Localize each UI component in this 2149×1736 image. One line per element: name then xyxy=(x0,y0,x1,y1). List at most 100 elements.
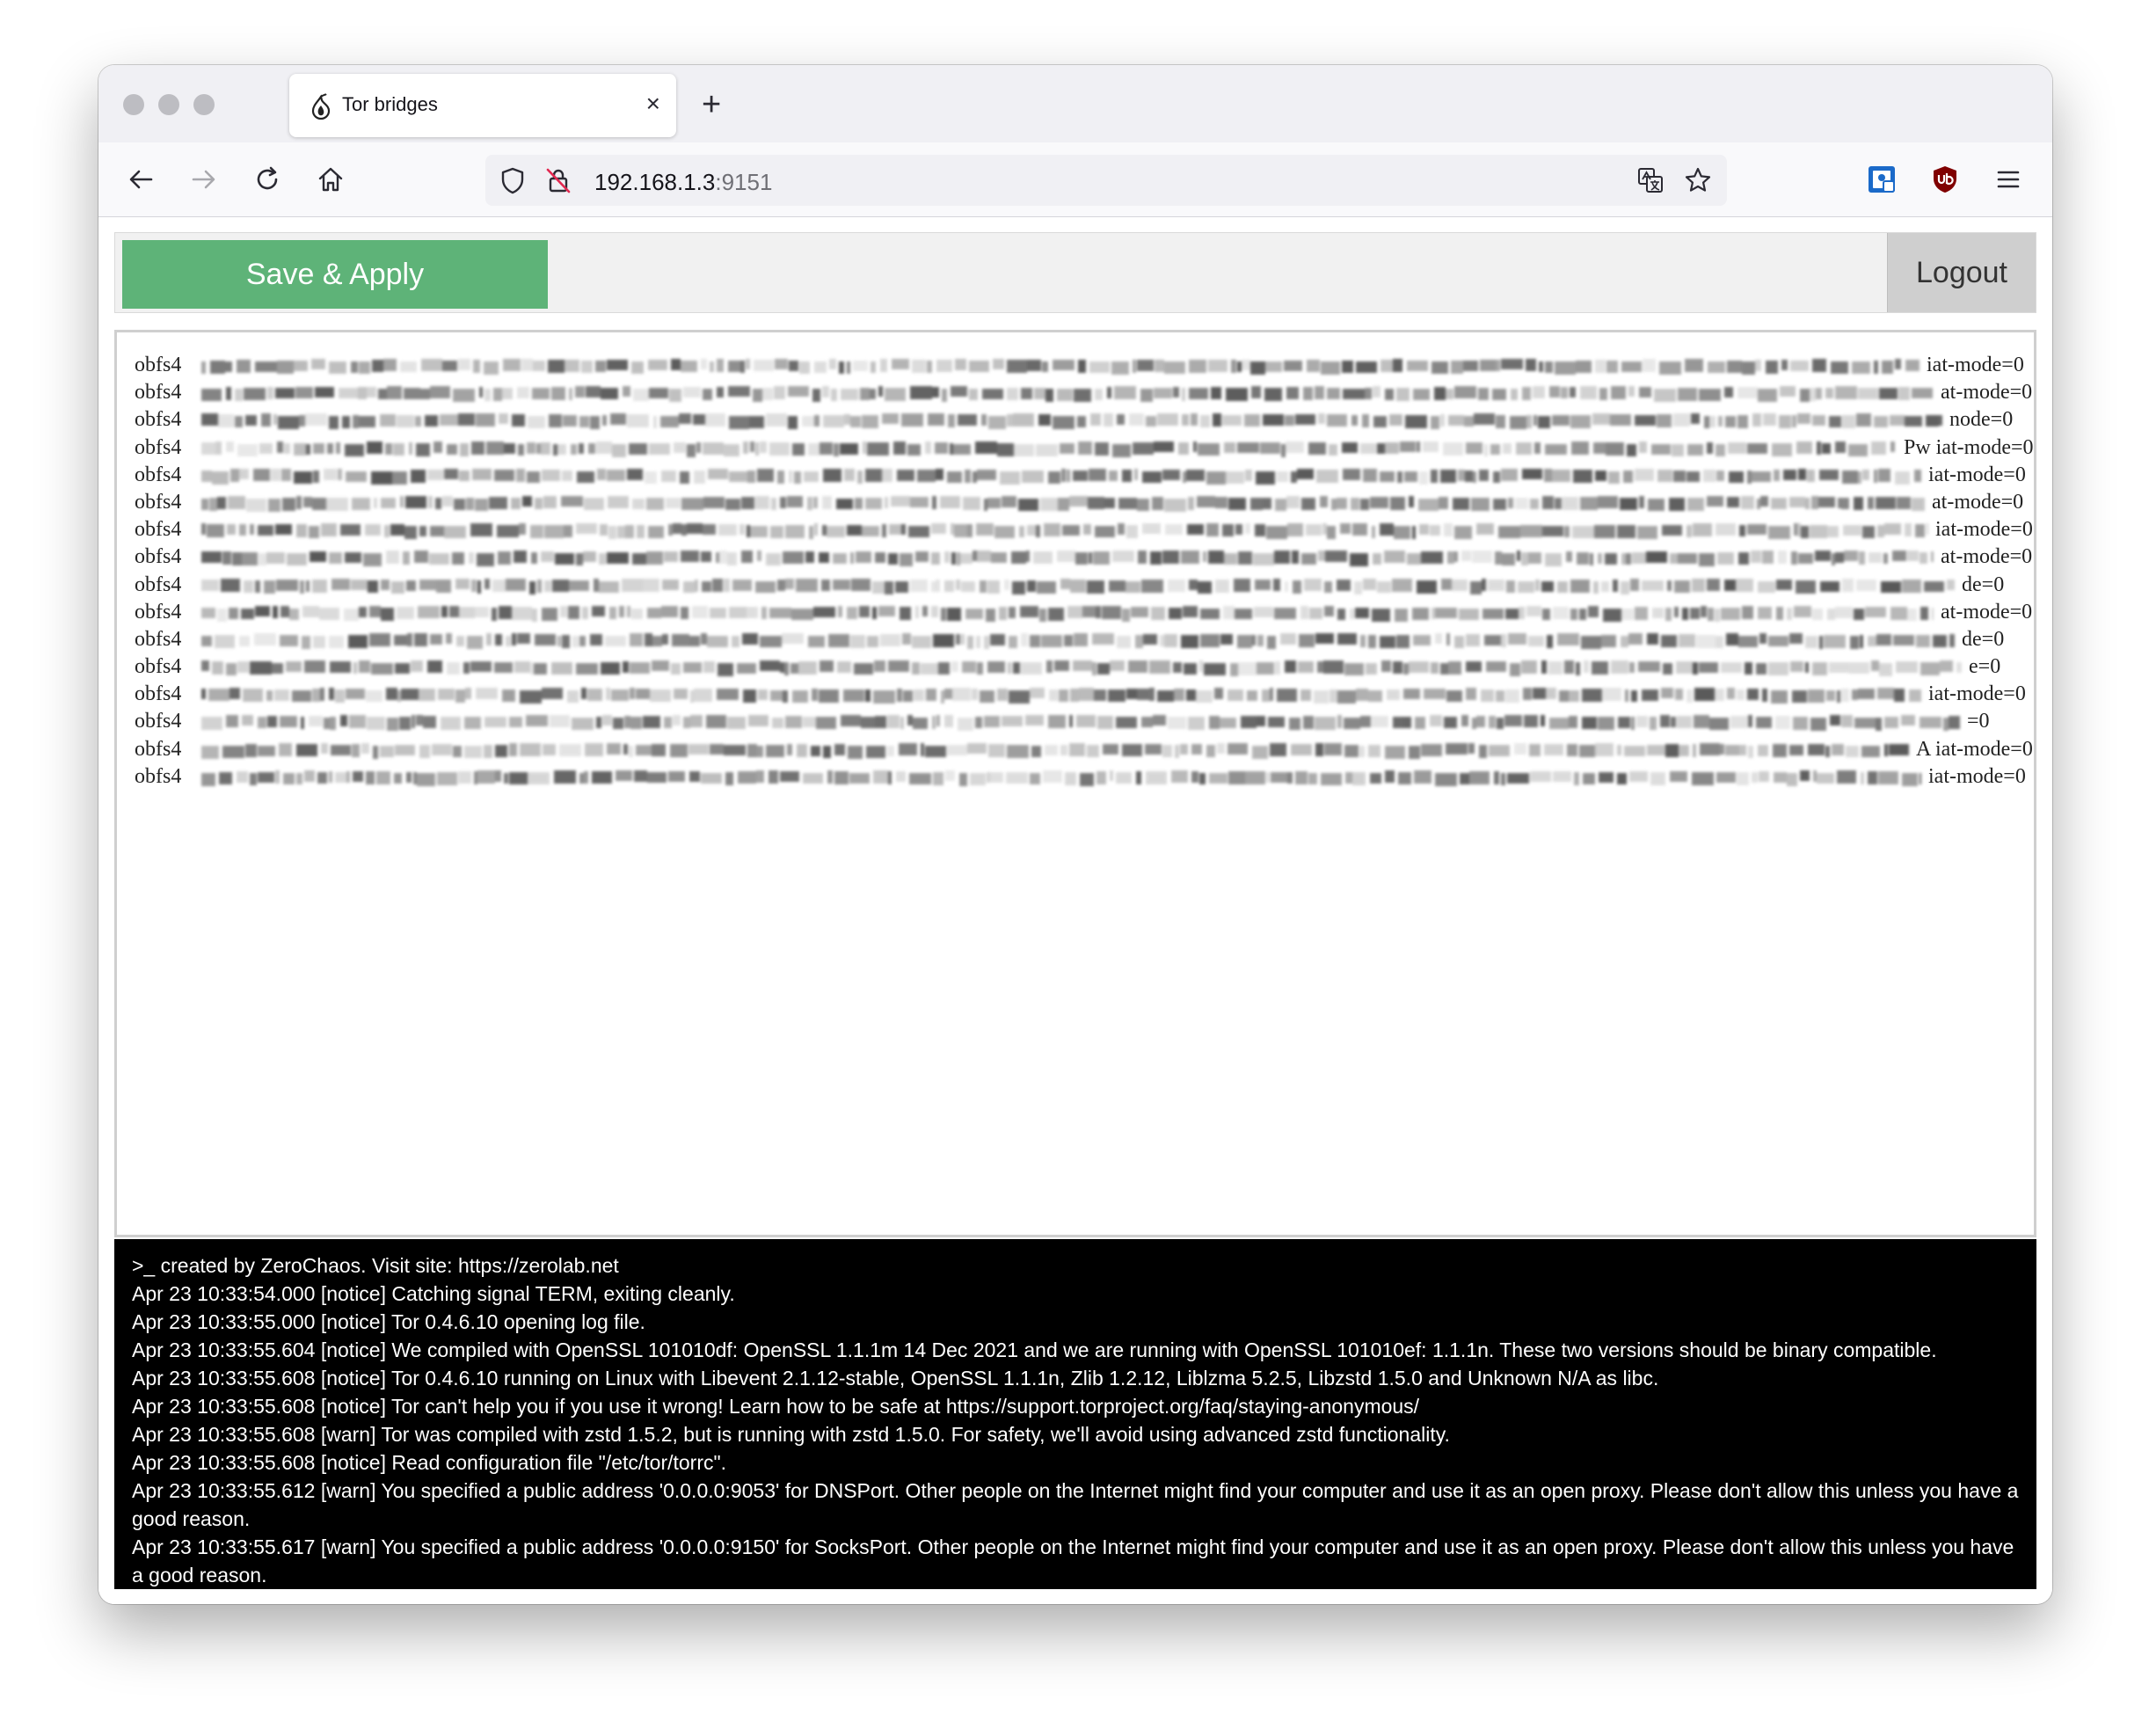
save-apply-button[interactable]: Save & Apply xyxy=(122,240,548,309)
redacted-bridge-address xyxy=(201,359,1920,375)
bridge-iat-mode: =0 xyxy=(1967,710,1990,733)
bridge-protocol: obfs4 xyxy=(135,545,182,569)
redacted-bridge-address xyxy=(201,632,1955,649)
bridge-iat-mode: iat-mode=0 xyxy=(1928,764,2026,788)
action-bar: Save & Apply Logout xyxy=(114,232,2036,313)
bridge-line: obfs4 de=0 xyxy=(135,572,2016,599)
url-host: 192.168.1.3 xyxy=(594,169,716,195)
bridge-protocol: obfs4 xyxy=(135,682,182,706)
bridge-iat-mode: node=0 xyxy=(1949,408,2014,432)
tab-title: Tor bridges xyxy=(342,93,438,115)
redacted-bridge-address xyxy=(201,742,1909,759)
bridge-iat-mode: at-mode=0 xyxy=(1941,600,2033,624)
back-arrow-icon[interactable] xyxy=(125,164,157,195)
url-text[interactable]: 192.168.1.3:9151 xyxy=(594,169,772,196)
bridge-protocol: obfs4 xyxy=(135,354,182,376)
bridges-textarea[interactable]: obfs4 iat-mode=0 obfs4 at-mode=0 obfs4 node=0… xyxy=(114,330,2036,1237)
translate-icon[interactable] xyxy=(1635,165,1665,195)
bridge-iat-mode: Pw iat-mode=0 xyxy=(1904,435,2034,459)
log-line: >_ created by ZeroChaos. Visit site: htt… xyxy=(132,1254,619,1277)
page-content: Save & Apply Logout obfs4 iat-mode=0 obfs4… xyxy=(98,217,2052,1604)
url-bar[interactable]: 192.168.1.3:9151 xyxy=(485,155,1727,206)
bridge-protocol: obfs4 xyxy=(135,600,182,624)
bridge-line: obfs4 at-mode=0 xyxy=(135,599,2032,626)
bridge-line: obfs4 iat-mode=0 xyxy=(135,352,2024,379)
onion-icon xyxy=(311,93,331,120)
bridge-iat-mode: iat-mode=0 xyxy=(1928,463,2026,486)
log-line: Apr 23 10:33:55.608 [notice] Read config… xyxy=(132,1451,727,1474)
bridge-line: obfs4 at-mode=0 xyxy=(135,379,2032,406)
bridge-line: obfs4 A iat-mode=0 xyxy=(135,736,2033,763)
log-line: Apr 23 10:33:55.612 [warn] You specified… xyxy=(132,1479,2019,1530)
shield-icon[interactable] xyxy=(498,165,528,195)
bridge-protocol: obfs4 xyxy=(135,490,182,514)
close-tab-icon[interactable]: × xyxy=(646,91,660,116)
redacted-bridge-address xyxy=(201,413,1942,430)
bridge-line: obfs4 iat-mode=0 xyxy=(135,681,2026,708)
log-line: Apr 23 10:33:55.604 [notice] We compiled… xyxy=(132,1338,1937,1361)
tor-log-console: >_ created by ZeroChaos. Visit site: htt… xyxy=(114,1239,2036,1589)
bridge-protocol: obfs4 xyxy=(135,518,182,542)
bridge-line: obfs4 =0 xyxy=(135,708,2016,735)
ublock-origin-icon[interactable] xyxy=(1929,164,1961,195)
bridge-protocol: obfs4 xyxy=(135,408,182,432)
tab-tor-bridges[interactable]: Tor bridges × xyxy=(289,74,676,137)
url-port: :9151 xyxy=(715,169,773,195)
bridge-protocol: obfs4 xyxy=(135,710,182,733)
bridge-iat-mode: de=0 xyxy=(1962,627,2005,651)
hamburger-menu-icon[interactable] xyxy=(1992,164,2024,195)
log-line: Apr 23 10:33:55.608 [notice] Tor can't h… xyxy=(132,1395,1420,1418)
extension-icon[interactable] xyxy=(1866,164,1898,195)
bridge-list: obfs4 iat-mode=0 obfs4 at-mode=0 obfs4 node=0… xyxy=(135,352,2034,791)
bridge-line: obfs4 e=0 xyxy=(135,653,2016,681)
bridge-protocol: obfs4 xyxy=(135,381,182,405)
console-lines: >_ created by ZeroChaos. Visit site: htt… xyxy=(132,1251,2022,1589)
log-line: Apr 23 10:33:55.608 [warn] Tor was compi… xyxy=(132,1423,1450,1446)
tab-strip: Tor bridges × + xyxy=(98,65,2052,142)
navigation-bar: 192.168.1.3:9151 xyxy=(98,142,2052,217)
log-line: Apr 23 10:33:55.608 [notice] Tor 0.4.6.1… xyxy=(132,1367,1659,1390)
redacted-bridge-address xyxy=(201,688,1921,704)
redacted-bridge-address xyxy=(201,523,1928,540)
reload-icon[interactable] xyxy=(251,164,283,195)
redacted-bridge-address xyxy=(201,551,1934,567)
log-line: Apr 23 10:33:55.000 [notice] Tor 0.4.6.1… xyxy=(132,1310,645,1333)
forward-arrow-icon[interactable] xyxy=(188,164,220,195)
zoom-window-button[interactable] xyxy=(193,94,215,115)
redacted-bridge-address xyxy=(201,660,1962,677)
close-window-button[interactable] xyxy=(123,94,144,115)
bridge-line: obfs4 iat-mode=0 xyxy=(135,763,2026,791)
browser-window: Tor bridges × + 192.168.1.3:9151 Save & … xyxy=(98,65,2052,1604)
new-tab-button[interactable]: + xyxy=(702,88,721,121)
bridge-protocol: obfs4 xyxy=(135,463,182,486)
redacted-bridge-address xyxy=(201,495,1925,512)
bookmark-star-icon[interactable] xyxy=(1683,165,1713,195)
log-line: Apr 23 10:33:55.617 [warn] You specified… xyxy=(132,1535,2014,1586)
bridge-protocol: obfs4 xyxy=(135,655,182,679)
log-line: Apr 23 10:33:54.000 [notice] Catching si… xyxy=(132,1282,735,1305)
redacted-bridge-address xyxy=(201,468,1921,485)
bridge-line: obfs4 Pw iat-mode=0 xyxy=(135,434,2034,462)
bridge-protocol: obfs4 xyxy=(135,737,182,761)
bridge-protocol: obfs4 xyxy=(135,435,182,459)
bridge-iat-mode: de=0 xyxy=(1962,573,2005,596)
bridge-protocol: obfs4 xyxy=(135,764,182,788)
redacted-bridge-address xyxy=(201,715,1960,732)
redacted-bridge-address xyxy=(201,578,1955,594)
bridge-iat-mode: iat-mode=0 xyxy=(1928,682,2026,706)
bridge-iat-mode: at-mode=0 xyxy=(1932,490,2024,514)
bridge-line: obfs4 at-mode=0 xyxy=(135,543,2032,571)
bridge-iat-mode: at-mode=0 xyxy=(1941,545,2033,569)
bridge-line: obfs4 iat-mode=0 xyxy=(135,462,2026,489)
home-icon[interactable] xyxy=(315,164,346,195)
redacted-bridge-address xyxy=(201,770,1921,786)
minimize-window-button[interactable] xyxy=(158,94,179,115)
insecure-lock-icon[interactable] xyxy=(543,165,573,195)
bridge-line: obfs4 de=0 xyxy=(135,626,2016,653)
bridge-iat-mode: iat-mode=0 xyxy=(1927,354,2024,376)
bridge-iat-mode: at-mode=0 xyxy=(1941,381,2033,405)
bridge-line: obfs4 iat-mode=0 xyxy=(135,516,2033,543)
bridge-iat-mode: e=0 xyxy=(1969,655,2001,679)
logout-button[interactable]: Logout xyxy=(1887,233,2036,312)
bridge-iat-mode: A iat-mode=0 xyxy=(1916,737,2033,761)
